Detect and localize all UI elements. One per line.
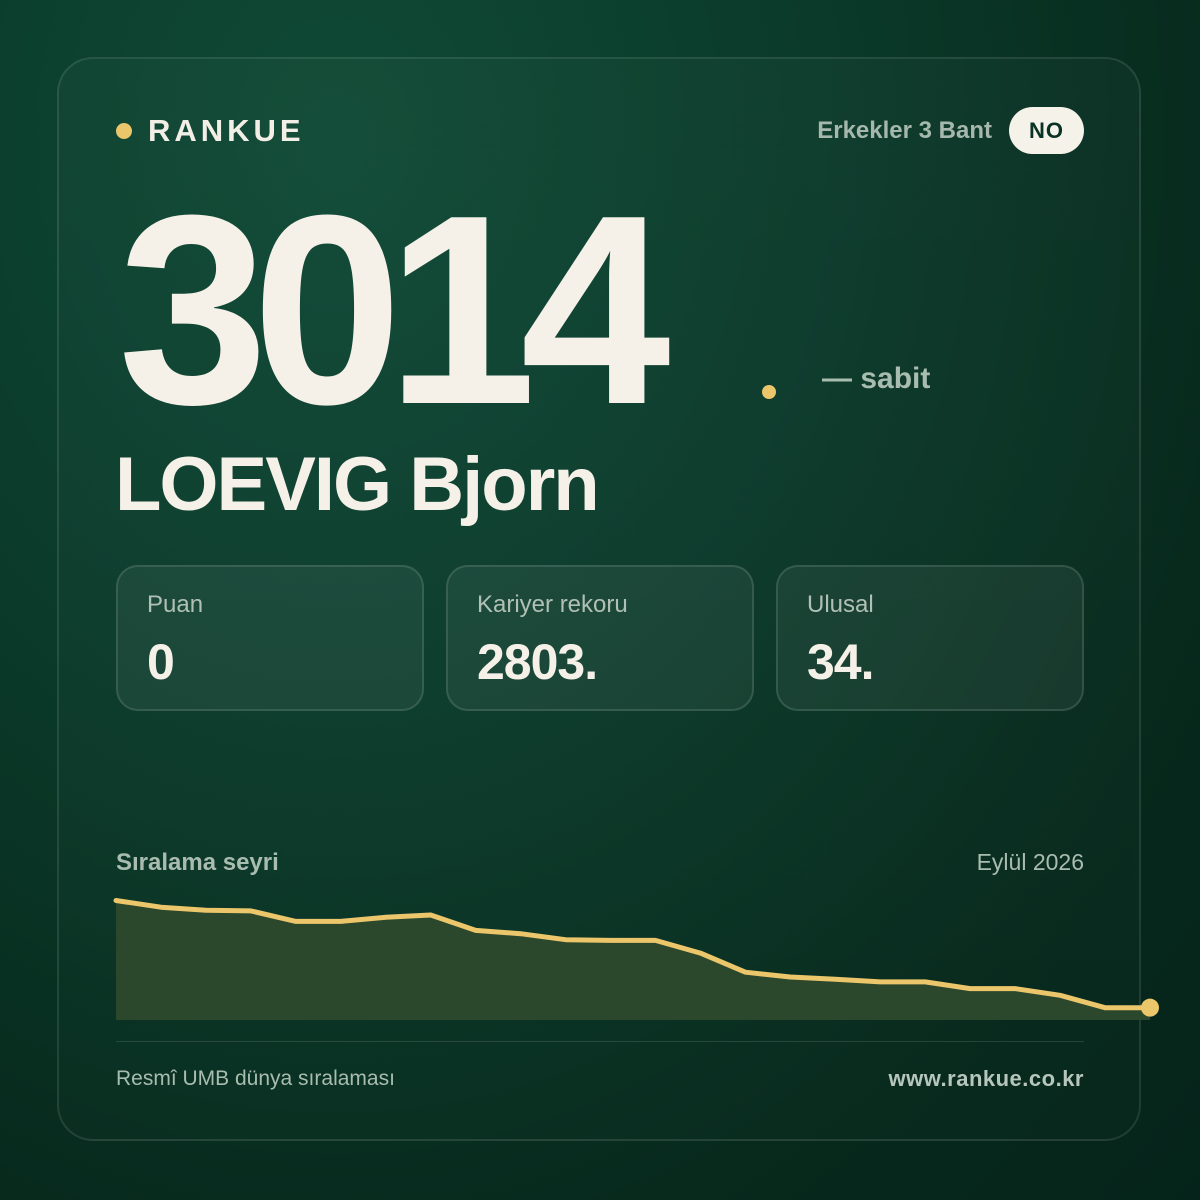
chart-area-fill: [116, 900, 1150, 1020]
rank-trend-chart: [113, 898, 1159, 1020]
chart-end-point: [1141, 998, 1159, 1017]
footer-website: www.rankue.co.kr: [888, 1066, 1084, 1091]
footer-divider: [116, 1041, 1084, 1042]
footer-source: Resmî UMB dünya sıralaması: [116, 1067, 395, 1090]
